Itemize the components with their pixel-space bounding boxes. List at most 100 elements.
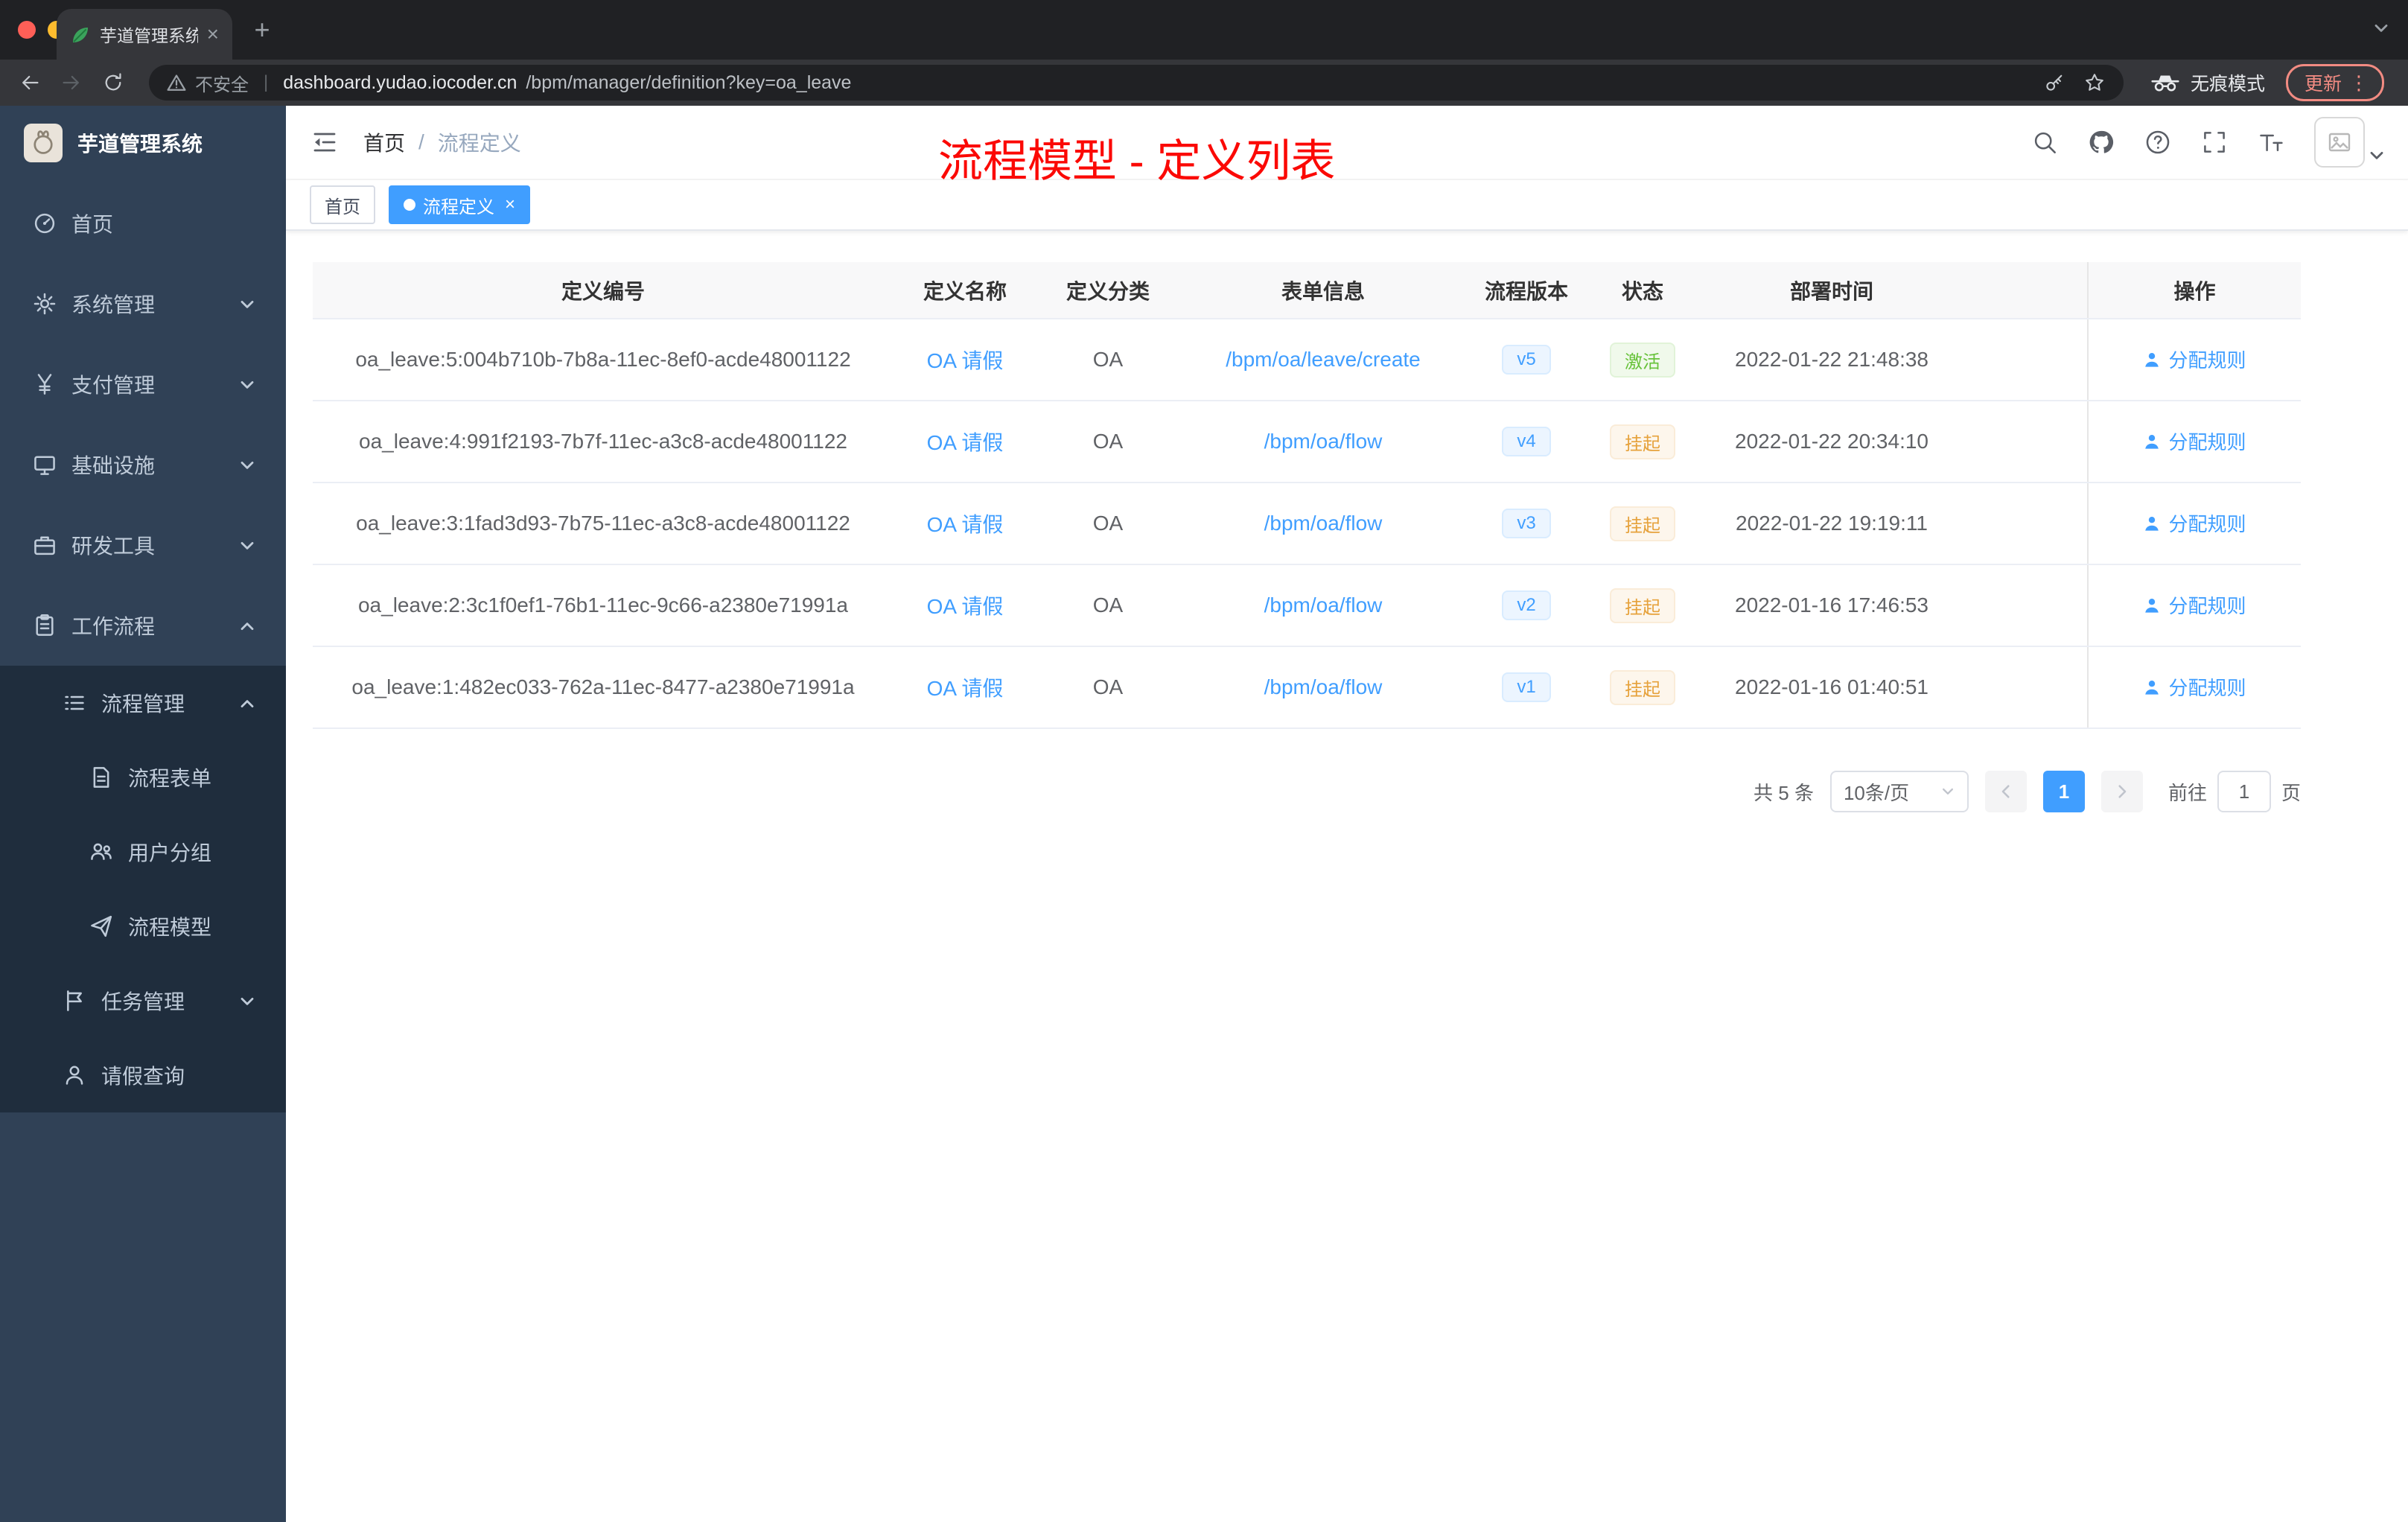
form-link[interactable]: /bpm/oa/leave/create — [1226, 348, 1421, 371]
current-page-button[interactable]: 1 — [2042, 771, 2085, 812]
cell-action: 分配规则 — [2087, 401, 2301, 483]
help-icon[interactable] — [2144, 129, 2171, 156]
sidebar-item-system[interactable]: 系统管理 — [0, 264, 286, 344]
next-page-button[interactable] — [2100, 771, 2143, 812]
tag-home[interactable]: 首页 — [310, 185, 375, 224]
search-icon[interactable] — [2031, 129, 2058, 156]
column-header-time: 部署时间 — [1699, 262, 1964, 319]
url-host: dashboard.yudao.iocoder.cn — [283, 71, 517, 93]
sidebar-item-user-group[interactable]: 用户分组 — [0, 815, 286, 889]
sidebar: 芋道管理系统 首页 系统管理 支付管理基础设施研发工具工作流程 流程管理流程表单用户分… — [0, 106, 286, 1522]
sidebar-item-payment[interactable]: 支付管理 — [0, 344, 286, 424]
hamburger-icon[interactable] — [310, 127, 340, 157]
cell-version: v3 — [1467, 483, 1586, 565]
status-badge: 挂起 — [1610, 424, 1675, 459]
cell-id: oa_leave:4:991f2193-7b7f-11ec-a3c8-acde4… — [313, 401, 894, 483]
sidebar-item-workflow[interactable]: 工作流程 — [0, 585, 286, 666]
table-row: oa_leave:2:3c1f0ef1-76b1-11ec-9c66-a2380… — [313, 564, 2301, 647]
breadcrumb: 首页 / 流程定义 — [363, 127, 521, 157]
sidebar-logo[interactable]: 芋道管理系统 — [0, 106, 286, 180]
cell-status: 挂起 — [1586, 646, 1699, 729]
assign-rule-label: 分配规则 — [2168, 431, 2246, 454]
pagination: 共 5 条 10条/页 1 前往 1 页 — [313, 771, 2301, 812]
assign-rule-link[interactable]: 分配规则 — [2143, 427, 2246, 455]
chevron-right-icon — [2114, 783, 2130, 800]
cell-action: 分配规则 — [2087, 564, 2301, 647]
browser-tab[interactable]: 芋道管理系统 × — [57, 9, 232, 60]
cell-action: 分配规则 — [2087, 319, 2301, 401]
tag-close-icon[interactable]: × — [505, 196, 515, 214]
sidebar-item-home[interactable]: 首页 — [0, 183, 286, 264]
omnibox-separator: | — [264, 72, 269, 92]
sidebar-item-process-manage[interactable]: 流程管理 — [0, 666, 286, 740]
forward-button[interactable] — [54, 65, 89, 101]
assign-rule-label: 分配规则 — [2168, 677, 2246, 700]
form-link[interactable]: /bpm/oa/flow — [1264, 512, 1383, 535]
table-header-row: 定义编号 定义名称 定义分类 表单信息 流程版本 状态 部署时间 操作 — [313, 262, 2301, 319]
version-tag: v4 — [1502, 427, 1551, 456]
prev-page-button[interactable] — [1984, 771, 2027, 812]
sidebar-item-task-manage[interactable]: 任务管理 — [0, 964, 286, 1038]
definition-name-link[interactable]: OA 请假 — [927, 349, 1004, 372]
tab-search-chevron-icon[interactable] — [2372, 19, 2390, 37]
form-link[interactable]: /bpm/oa/flow — [1264, 675, 1383, 698]
reload-button[interactable] — [95, 65, 131, 101]
sidebar-item-infrastructure[interactable]: 基础设施 — [0, 424, 286, 505]
list-icon — [63, 691, 86, 715]
window-close-button[interactable] — [18, 21, 36, 39]
tag-label: 首页 — [325, 197, 360, 217]
gear-icon — [33, 292, 57, 316]
assign-rule-link[interactable]: 分配规则 — [2143, 346, 2246, 373]
cell-id: oa_leave:2:3c1f0ef1-76b1-11ec-9c66-a2380… — [313, 564, 894, 647]
assign-rule-label: 分配规则 — [2168, 513, 2246, 536]
assign-rule-link[interactable]: 分配规则 — [2143, 673, 2246, 701]
sidebar-item-dev-tools[interactable]: 研发工具 — [0, 505, 286, 585]
sidebar-item-label: 流程表单 — [128, 767, 212, 790]
omnibox[interactable]: 不安全 | dashboard.yudao.iocoder.cn/bpm/man… — [149, 65, 2124, 101]
form-link[interactable]: /bpm/oa/flow — [1264, 430, 1383, 453]
password-key-icon[interactable] — [2043, 71, 2065, 94]
users-icon — [89, 840, 113, 864]
chevron-down-icon — [238, 375, 256, 393]
plane-icon — [89, 914, 113, 938]
sidebar-item-label: 基础设施 — [71, 454, 156, 477]
fullscreen-icon[interactable] — [2201, 129, 2228, 156]
column-header-spacer — [1964, 262, 2088, 319]
browser-menu-icon: ⋮ — [2349, 71, 2369, 94]
security-label[interactable]: 不安全 — [195, 70, 249, 96]
cell-form: /bpm/oa/flow — [1179, 483, 1467, 565]
tab-close-icon[interactable]: × — [207, 24, 219, 45]
definition-name-link[interactable]: OA 请假 — [927, 677, 1004, 700]
assign-rule-link[interactable]: 分配规则 — [2143, 509, 2246, 537]
definition-name-link[interactable]: OA 请假 — [927, 595, 1004, 618]
sidebar-item-process-model[interactable]: 流程模型 — [0, 889, 286, 964]
column-header-status: 状态 — [1586, 262, 1699, 319]
user-avatar[interactable] — [2314, 117, 2384, 168]
definition-name-link[interactable]: OA 请假 — [927, 431, 1004, 454]
font-size-icon[interactable] — [2258, 129, 2284, 156]
assign-rule-label: 分配规则 — [2168, 595, 2246, 618]
new-tab-button[interactable]: + — [246, 13, 278, 46]
update-button[interactable]: 更新 ⋮ — [2285, 64, 2384, 101]
assign-rule-link[interactable]: 分配规则 — [2143, 591, 2246, 619]
sidebar-item-leave-query[interactable]: 请假查询 — [0, 1038, 286, 1112]
goto-label: 前往 — [2167, 781, 2207, 804]
sidebar-item-label: 研发工具 — [71, 535, 156, 558]
goto-page-input[interactable] — [2217, 771, 2271, 812]
bookmark-star-icon[interactable] — [2083, 71, 2106, 94]
incognito-icon — [2150, 72, 2180, 93]
github-icon[interactable] — [2088, 129, 2115, 156]
definition-name-link[interactable]: OA 请假 — [927, 513, 1004, 536]
version-tag: v2 — [1502, 590, 1551, 620]
breadcrumb-home[interactable]: 首页 — [363, 127, 405, 157]
sidebar-item-label: 请假查询 — [101, 1065, 185, 1088]
page-size-select[interactable]: 10条/页 — [1829, 771, 1969, 812]
back-button[interactable] — [12, 65, 48, 101]
form-link[interactable]: /bpm/oa/flow — [1264, 593, 1383, 617]
cell-category: OA — [1036, 564, 1179, 647]
cell-version: v1 — [1467, 646, 1586, 729]
tag-process-definition[interactable]: 流程定义 × — [389, 185, 531, 224]
table-row: oa_leave:1:482ec033-762a-11ec-8477-a2380… — [313, 646, 2301, 729]
cell-name: OA 请假 — [894, 646, 1036, 729]
sidebar-item-process-form[interactable]: 流程表单 — [0, 740, 286, 815]
